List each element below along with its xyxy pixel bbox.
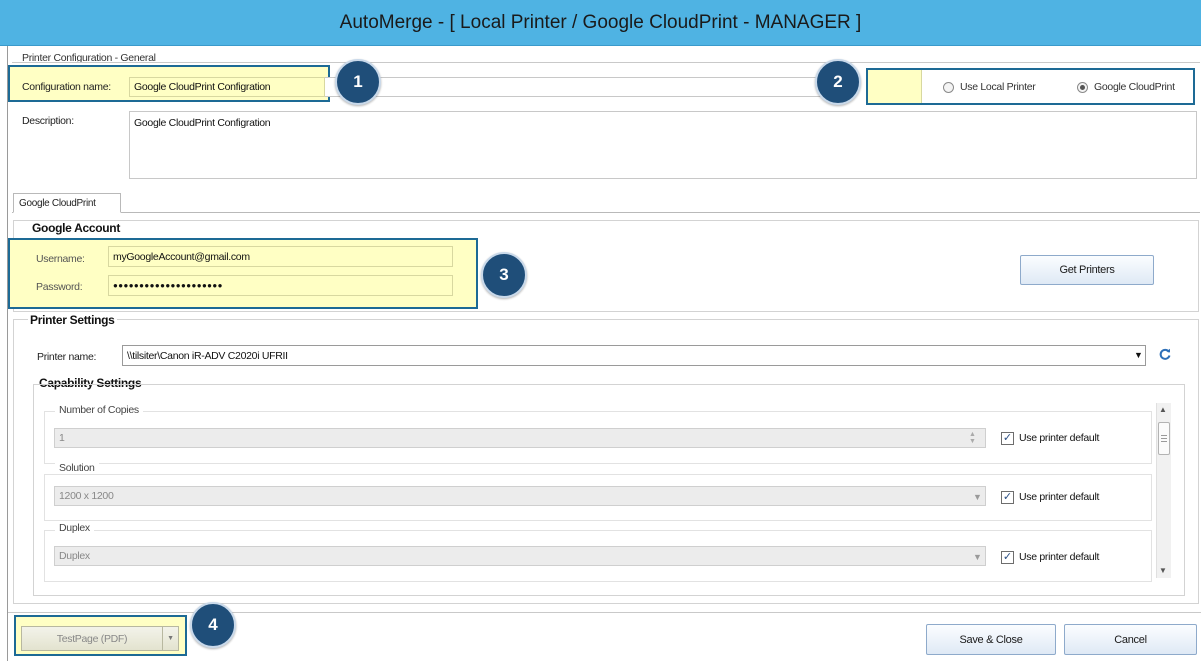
username-input[interactable]: myGoogleAccount@gmail.com	[108, 246, 453, 267]
printer-settings-header: Printer Settings	[28, 313, 117, 327]
description-textarea[interactable]: Google CloudPrint Configration	[129, 111, 1197, 179]
save-close-button[interactable]: Save & Close	[926, 624, 1056, 655]
config-name-input[interactable]: Google CloudPrint Configration	[129, 77, 325, 97]
callout-badge-2: 2	[815, 59, 861, 105]
radio-google-cloudprint[interactable]: Google CloudPrint	[1077, 81, 1175, 93]
copies-use-default-checkbox[interactable]: ✓	[1001, 432, 1014, 445]
tab-strip-line	[12, 212, 1200, 213]
radio-use-local-printer-label: Use Local Printer	[960, 81, 1036, 93]
checkmark-icon: ✓	[1002, 491, 1013, 503]
password-label: Password:	[36, 281, 83, 293]
copies-use-default-label: Use printer default	[1019, 432, 1100, 444]
duplex-use-default-label: Use printer default	[1019, 551, 1100, 563]
duplex-use-default-checkbox[interactable]: ✓	[1001, 551, 1014, 564]
duplex-value: Duplex	[59, 550, 90, 562]
description-label: Description:	[22, 115, 74, 127]
duplex-label: Duplex	[55, 522, 94, 534]
chevron-down-icon: ▼	[1134, 350, 1143, 360]
solution-value: 1200 x 1200	[59, 490, 114, 502]
footer-divider	[8, 612, 1201, 613]
spinner-arrows-icon: ▲ ▼	[969, 431, 976, 445]
scroll-up-icon[interactable]: ▲	[1159, 405, 1167, 414]
config-name-input-extension[interactable]	[325, 77, 821, 97]
solution-label: Solution	[55, 462, 99, 474]
scroll-grip-line	[1161, 438, 1167, 439]
radio-google-cloudprint-label: Google CloudPrint	[1094, 81, 1175, 93]
copies-value: 1	[59, 432, 65, 444]
solution-dropdown[interactable]: 1200 x 1200	[54, 486, 986, 506]
printer-name-label: Printer name:	[37, 351, 97, 363]
testpage-button[interactable]: TestPage (PDF)	[21, 626, 163, 651]
radio-use-local-printer[interactable]: Use Local Printer	[943, 81, 1036, 93]
get-printers-button[interactable]: Get Printers	[1020, 255, 1154, 285]
refresh-icon[interactable]	[1158, 347, 1172, 361]
copies-spinner[interactable]: 1	[54, 428, 986, 448]
testpage-dropdown-button[interactable]: ▼	[162, 626, 179, 651]
username-label: Username:	[36, 253, 85, 265]
window-frame-left	[7, 46, 8, 661]
chevron-down-icon: ▼	[167, 635, 174, 642]
radio-checked-icon	[1077, 81, 1088, 93]
callout-badge-3: 3	[481, 252, 527, 298]
scroll-grip-line	[1161, 441, 1167, 442]
scroll-down-icon[interactable]: ▼	[1159, 566, 1167, 575]
checkmark-icon: ✓	[1002, 551, 1013, 563]
scroll-grip-line	[1161, 435, 1167, 436]
config-name-label: Configuration name:	[22, 81, 111, 93]
printer-name-value: \\tilsiter\Canon iR-ADV C2020i UFRII	[127, 349, 288, 362]
chevron-down-icon: ▼	[973, 552, 982, 562]
callout-badge-1: 1	[335, 59, 381, 105]
solution-use-default-checkbox[interactable]: ✓	[1001, 491, 1014, 504]
google-account-header: Google Account	[30, 221, 123, 235]
printer-type-fill	[868, 70, 922, 103]
refresh-icon-svg	[1159, 348, 1171, 360]
radio-unchecked-icon	[943, 81, 954, 93]
cancel-button[interactable]: Cancel	[1064, 624, 1197, 655]
window-title: AutoMerge - [ Local Printer / Google Clo…	[339, 12, 862, 33]
password-input[interactable]: ●●●●●●●●●●●●●●●●●●●●●	[108, 275, 453, 296]
printer-name-dropdown[interactable]: \\tilsiter\Canon iR-ADV C2020i UFRII	[122, 345, 1146, 366]
checkmark-icon: ✓	[1002, 432, 1013, 444]
copies-label: Number of Copies	[55, 404, 143, 416]
duplex-dropdown[interactable]: Duplex	[54, 546, 986, 566]
tab-google-cloudprint[interactable]: Google CloudPrint	[13, 193, 121, 213]
solution-use-default-label: Use printer default	[1019, 491, 1100, 503]
chevron-down-icon: ▼	[973, 492, 982, 502]
general-section-divider	[12, 62, 1200, 63]
callout-badge-4: 4	[190, 602, 236, 648]
